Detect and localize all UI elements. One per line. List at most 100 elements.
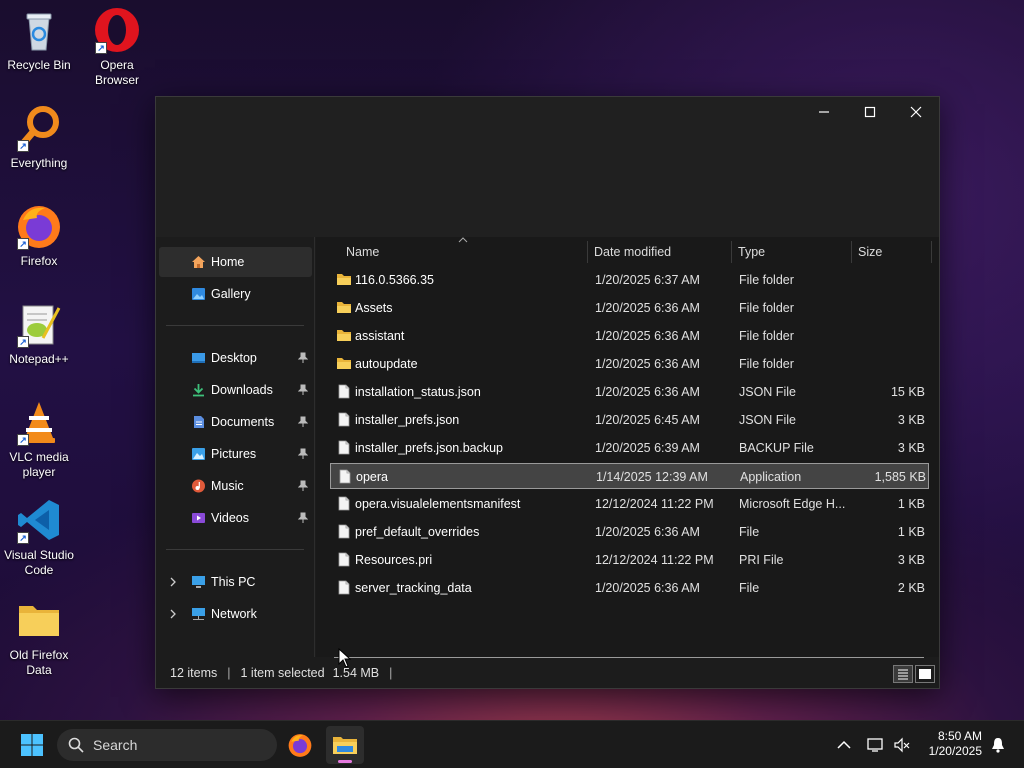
maximize-button[interactable] — [847, 97, 893, 127]
close-button[interactable] — [893, 97, 939, 127]
file-name: installer_prefs.json.backup — [355, 441, 503, 455]
file-row[interactable]: installer_prefs.json 1/20/2025 6:45 AM JSO… — [330, 407, 929, 433]
desktop-icon-label: Old Firefox Data — [9, 648, 69, 677]
pin-icon[interactable] — [298, 416, 308, 428]
nav-item-pictures[interactable]: Pictures — [159, 439, 312, 469]
file-icon — [338, 440, 350, 455]
nav-item-home[interactable]: Home — [159, 247, 312, 277]
column-divider[interactable] — [851, 241, 852, 263]
nav-item-gallery[interactable]: Gallery — [159, 279, 312, 309]
file-row[interactable]: pref_default_overrides 1/20/2025 6:36 AM F… — [330, 519, 929, 545]
home-icon — [192, 256, 205, 268]
desktop-icon-everything[interactable]: ↗ Everything — [0, 104, 78, 171]
volume-button[interactable] — [888, 729, 916, 761]
show-hidden-icons-button[interactable] — [830, 729, 858, 761]
desktop-icon-old-firefox-data[interactable]: Old Firefox Data — [0, 596, 78, 678]
desktop-icon-vlc[interactable]: ↗ VLC media player — [0, 398, 78, 480]
nav-item-label: Gallery — [211, 287, 251, 301]
music-icon — [192, 479, 205, 493]
file-size — [855, 323, 925, 349]
file-row[interactable]: Resources.pri 12/12/2024 11:22 PM PRI File… — [330, 547, 929, 573]
file-row[interactable]: opera 1/14/2025 12:39 AM Application 1,585 … — [330, 463, 929, 489]
chevron-right-icon[interactable] — [169, 577, 177, 587]
desktop-icon-vscode[interactable]: ↗ Visual Studio Code — [0, 496, 78, 578]
file-row[interactable]: autoupdate 1/20/2025 6:36 AM File folder — [330, 351, 929, 377]
file-explorer-window: Home Gallery Desktop Downloads Documents… — [155, 96, 940, 689]
notepadpp-icon: ↗ — [15, 300, 63, 348]
pin-icon[interactable] — [298, 352, 308, 364]
large-icons-view-button[interactable] — [915, 665, 935, 683]
chevron-right-icon[interactable] — [169, 609, 177, 619]
nav-item-network[interactable]: Network — [159, 599, 312, 629]
pin-icon[interactable] — [298, 480, 308, 492]
details-view-button[interactable] — [893, 665, 913, 683]
file-row[interactable]: Assets 1/20/2025 6:36 AM File folder — [330, 295, 929, 321]
folder-icon — [337, 358, 351, 369]
desktop-icon-opera[interactable]: ↗ Opera Browser — [78, 6, 156, 88]
file-type: BACKUP File — [739, 441, 814, 455]
file-row[interactable]: server_tracking_data 1/20/2025 6:36 AM Fil… — [330, 575, 929, 601]
search-placeholder: Search — [93, 737, 138, 753]
file-icon — [338, 412, 350, 427]
nav-item-label: Network — [211, 607, 257, 621]
nav-item-downloads[interactable]: Downloads — [159, 375, 312, 405]
file-list: Name Date modified Type Size 116.0.5366.… — [316, 237, 939, 657]
opera-icon: ↗ — [93, 6, 141, 54]
file-row[interactable]: assistant 1/20/2025 6:36 AM File folder — [330, 323, 929, 349]
column-header-type[interactable]: Type — [738, 237, 848, 267]
file-row[interactable]: installation_status.json 1/20/2025 6:36 A… — [330, 379, 929, 405]
file-type: File folder — [739, 273, 794, 287]
file-type: JSON File — [739, 413, 796, 427]
column-divider[interactable] — [731, 241, 732, 263]
file-name: opera — [356, 470, 388, 484]
file-size — [855, 351, 925, 377]
nav-item-documents[interactable]: Documents — [159, 407, 312, 437]
nav-item-label: Desktop — [211, 351, 257, 365]
nav-item-music[interactable]: Music — [159, 471, 312, 501]
file-icon — [339, 469, 351, 484]
file-name: 116.0.5366.35 — [355, 273, 435, 287]
taskbar-file-explorer-button[interactable] — [326, 726, 364, 764]
column-header-size[interactable]: Size — [858, 237, 928, 267]
file-date-modified: 1/20/2025 6:36 AM — [595, 357, 700, 371]
file-icon — [338, 496, 350, 511]
pin-icon[interactable] — [298, 448, 308, 460]
file-type: PRI File — [739, 553, 784, 567]
column-header-name[interactable]: Name — [346, 237, 586, 267]
network-status-button[interactable] — [862, 729, 890, 761]
file-date-modified: 1/20/2025 6:45 AM — [595, 413, 700, 427]
file-size — [855, 295, 925, 321]
taskbar-firefox-button[interactable] — [284, 729, 316, 761]
file-row[interactable]: 116.0.5366.35 1/20/2025 6:37 AM File folde… — [330, 267, 929, 293]
file-name: Assets — [355, 301, 393, 315]
start-button[interactable] — [16, 729, 48, 761]
title-bar[interactable] — [156, 97, 939, 237]
chevron-up-icon — [837, 740, 851, 749]
file-name: server_tracking_data — [355, 581, 472, 595]
column-divider[interactable] — [587, 241, 588, 263]
file-row[interactable]: installer_prefs.json.backup 1/20/2025 6:3… — [330, 435, 929, 461]
shortcut-arrow-icon: ↗ — [17, 140, 29, 152]
notifications-button[interactable] — [984, 729, 1012, 761]
nav-item-videos[interactable]: Videos — [159, 503, 312, 533]
pin-icon[interactable] — [298, 384, 308, 396]
maximize-icon — [864, 106, 876, 118]
file-size: 1 KB — [897, 497, 925, 511]
file-row[interactable]: opera.visualelementsmanifest 12/12/2024 1… — [330, 491, 929, 517]
status-separator: | — [227, 666, 231, 680]
desktop-icon-notepadpp[interactable]: ↗ Notepad++ — [0, 300, 78, 367]
taskbar-search-box[interactable]: Search — [57, 729, 277, 761]
shortcut-arrow-icon: ↗ — [17, 336, 29, 348]
column-header-date[interactable]: Date modified — [594, 237, 729, 267]
desktop-icon-firefox[interactable]: ↗ Firefox — [0, 202, 78, 269]
nav-item-this-pc[interactable]: This PC — [159, 567, 312, 597]
desktop-icon-recycle-bin[interactable]: Recycle Bin — [0, 6, 78, 73]
minimize-button[interactable] — [801, 97, 847, 127]
file-type: File folder — [739, 329, 794, 343]
column-divider[interactable] — [931, 241, 932, 263]
nav-item-desktop[interactable]: Desktop — [159, 343, 312, 373]
active-app-indicator — [338, 760, 352, 763]
taskbar-clock[interactable]: 8:50 AM 1/20/2025 — [929, 729, 982, 759]
pin-icon[interactable] — [298, 512, 308, 524]
desktop-icon-label: Notepad++ — [9, 352, 69, 366]
